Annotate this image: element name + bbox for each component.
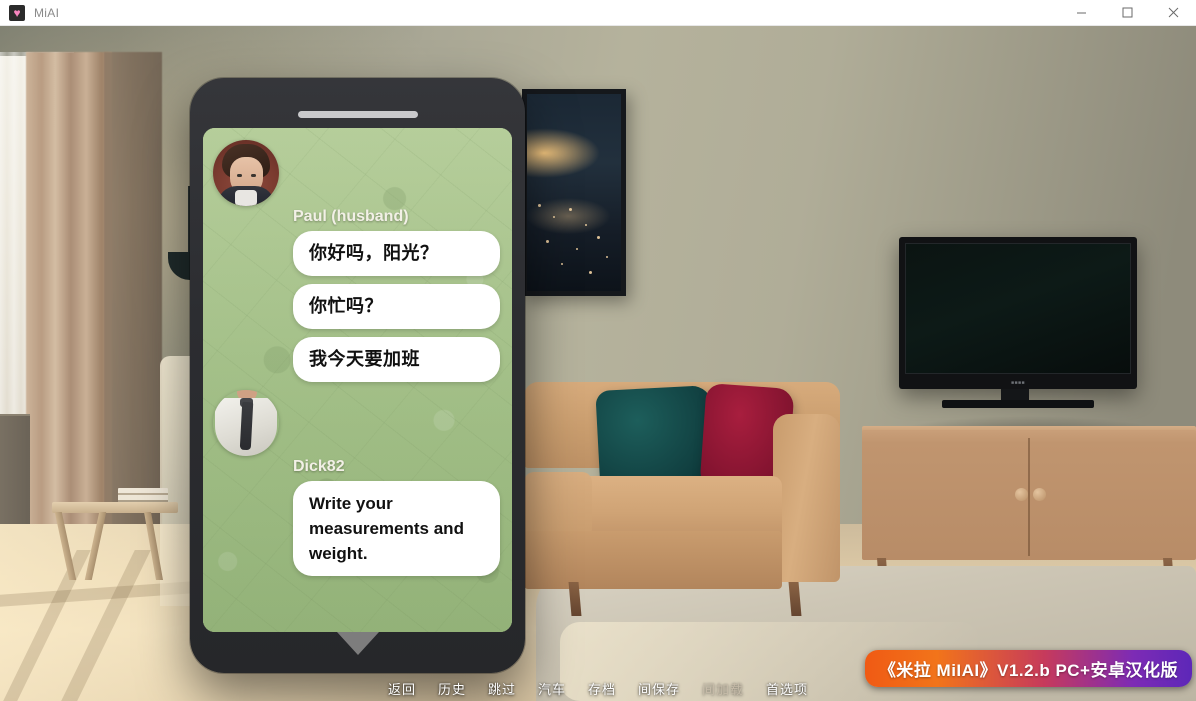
close-icon[interactable] bbox=[1150, 0, 1196, 26]
stack-of-books bbox=[118, 488, 168, 503]
credenza-knob bbox=[1033, 488, 1046, 501]
quick-menu-back[interactable]: 返回 bbox=[388, 679, 416, 698]
phone-screen[interactable]: Paul (husband) 你好吗，阳光？ 你忙吗？ 我今天要加班 Dick8… bbox=[203, 128, 512, 632]
minimize-icon[interactable] bbox=[1058, 0, 1104, 26]
tv-screen bbox=[905, 243, 1131, 374]
quick-menu-preferences[interactable]: 首选项 bbox=[766, 679, 808, 698]
maximize-icon[interactable] bbox=[1104, 0, 1150, 26]
version-watermark-banner: 《米拉 MiIAI》V1.2.b PC+安卓汉化版 bbox=[864, 650, 1192, 687]
message-sender-name: Dick82 bbox=[293, 458, 345, 475]
sofa-seat-cushion bbox=[524, 472, 592, 538]
sofa-armrest bbox=[773, 414, 840, 582]
phone-device[interactable]: Paul (husband) 你好吗，阳光？ 你忙吗？ 我今天要加班 Dick8… bbox=[190, 78, 525, 673]
television: ■■■■ bbox=[899, 237, 1137, 389]
quick-menu-quick-load: 间加载 bbox=[702, 681, 745, 697]
framed-picture bbox=[522, 89, 626, 296]
heart-icon: ♥ bbox=[9, 4, 25, 21]
paul-avatar bbox=[213, 140, 279, 206]
window-title: MiAI bbox=[34, 5, 60, 20]
quick-menu-skip[interactable]: 跳过 bbox=[488, 679, 516, 698]
phone-speaker-grille bbox=[297, 111, 418, 118]
chat-bubble[interactable]: 你好吗，阳光？ bbox=[293, 231, 500, 276]
window-title-bar: ♥ MiAI bbox=[0, 0, 1196, 26]
chat-bubble[interactable]: 我今天要加班 bbox=[293, 337, 500, 382]
dick82-avatar bbox=[213, 390, 279, 456]
bench-top bbox=[52, 502, 178, 513]
message-group-dick82: Dick82 Write your measurements and weigh… bbox=[211, 390, 500, 576]
credenza-knob bbox=[1015, 488, 1028, 501]
credenza-door-seam bbox=[1028, 438, 1030, 556]
night-cityscape-image bbox=[527, 94, 621, 291]
quick-menu-auto[interactable]: 汽车 bbox=[538, 679, 566, 698]
chat-bubble[interactable]: 你忙吗？ bbox=[293, 284, 500, 329]
watermark-text: 《米拉 MiIAI》V1.2.b PC+安卓汉化版 bbox=[878, 661, 1178, 680]
message-sender-name: Paul (husband) bbox=[293, 208, 409, 225]
quick-menu-history[interactable]: 历史 bbox=[438, 679, 466, 698]
chat-bubble[interactable]: Write your measurements and weight. bbox=[293, 481, 500, 576]
tv-brand-logo: ■■■■ bbox=[1010, 380, 1026, 386]
quick-menu-quick-save[interactable]: 间保存 bbox=[638, 679, 680, 698]
sofa-base bbox=[524, 531, 782, 589]
game-background-scene: ■■■■ Paul (husband) 你好吗，阳光？ 你忙吗？ 我今天要加班 … bbox=[0, 26, 1196, 701]
window-controls bbox=[1058, 0, 1196, 26]
message-group-paul: Paul (husband) 你好吗，阳光？ 你忙吗？ 我今天要加班 bbox=[211, 140, 500, 382]
down-triangle-icon[interactable] bbox=[336, 632, 379, 655]
tv-stand-base bbox=[942, 400, 1094, 408]
chat-message-list: Paul (husband) 你好吗，阳光？ 你忙吗？ 我今天要加班 Dick8… bbox=[203, 128, 512, 632]
quick-menu-save[interactable]: 存档 bbox=[588, 679, 616, 698]
